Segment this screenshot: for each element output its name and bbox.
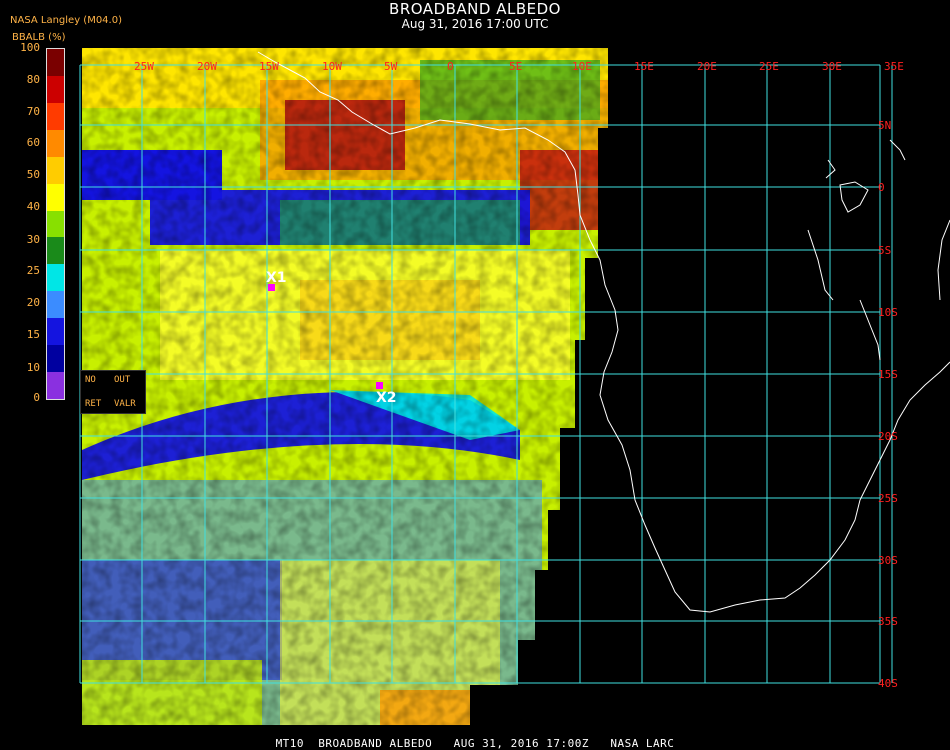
lat-label: 40S (878, 677, 898, 690)
lon-label: 20E (697, 60, 717, 73)
lon-label: 0 (447, 60, 454, 73)
lat-label: 0 (878, 181, 885, 194)
latitude-labels: 5N 0 5S 10S 15S 20S 25S 30S 35S 40S (878, 119, 898, 690)
satellite-swath (82, 48, 608, 725)
lon-label: 15W (259, 60, 279, 73)
qc-no-label: NO (85, 375, 96, 385)
lon-label: 30E (822, 60, 842, 73)
lon-label: 5E (509, 60, 522, 73)
lon-label: 20W (197, 60, 217, 73)
marker-x2 (376, 382, 383, 389)
lon-label: 15E (634, 60, 654, 73)
qc-out-label: OUT (114, 375, 131, 385)
lon-label: 10E (572, 60, 592, 73)
lon-label: 5W (384, 60, 398, 73)
lat-label: 20S (878, 430, 898, 443)
lon-label: 35E (884, 60, 904, 73)
qc-ret-label: RET (85, 399, 102, 409)
lat-label: 25S (878, 492, 898, 505)
lon-label: 25W (134, 60, 154, 73)
lat-label: 5N (878, 119, 891, 132)
lon-label: 10W (322, 60, 342, 73)
lat-label: 10S (878, 306, 898, 319)
marker-x1-label: X1 (266, 270, 287, 286)
qc-valr-label: VALR (114, 399, 136, 409)
lat-label: 5S (878, 244, 891, 257)
lat-label: 15S (878, 368, 898, 381)
lat-label: 30S (878, 554, 898, 567)
lon-label: 25E (759, 60, 779, 73)
marker-x2-label: X2 (376, 390, 397, 406)
lat-label: 35S (878, 615, 898, 628)
qc-legend-box: NO OUT RET VALR (80, 370, 146, 414)
footer-caption: MT10 BROADBAND ALBEDO AUG 31, 2016 17:00… (275, 737, 675, 750)
